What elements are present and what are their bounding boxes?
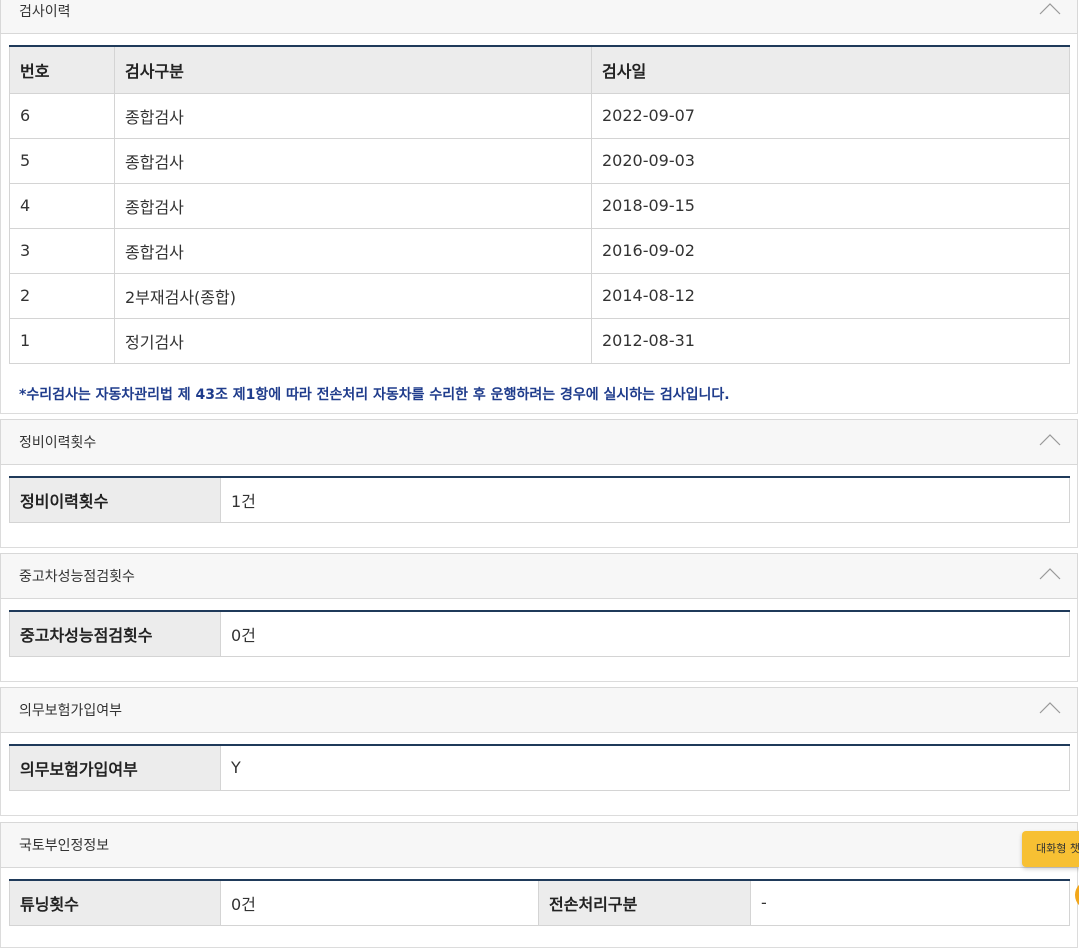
cell-date: 2014-08-12 [591, 272, 1070, 319]
total-loss-label: 전손처리구분 [538, 879, 751, 926]
cell-number: 4 [9, 182, 115, 229]
molit-cert-table: 튜닝횟수 0건 전손처리구분 - [9, 879, 1070, 926]
used-car-check-header[interactable]: 중고차성능점검횟수 [0, 553, 1078, 599]
cell-number: 3 [9, 227, 115, 274]
maintenance-value: 1건 [220, 476, 1070, 523]
cell-number: 2 [9, 272, 115, 319]
cell-number: 6 [9, 92, 115, 139]
maintenance-header[interactable]: 정비이력횟수 [0, 419, 1078, 465]
chevron-up-icon[interactable] [1039, 1, 1061, 15]
cell-number: 5 [9, 137, 115, 184]
cell-date: 2018-09-15 [591, 182, 1070, 229]
table-row: 의무보험가입여부 Y [9, 744, 1070, 791]
cell-type: 종합검사 [114, 137, 592, 184]
chevron-up-icon[interactable] [1039, 432, 1061, 446]
molit-cert-title: 국토부인정정보 [19, 838, 110, 854]
column-header-type: 검사구분 [114, 45, 592, 94]
tuning-label: 튜닝횟수 [9, 879, 221, 926]
maintenance-title: 정비이력횟수 [19, 435, 97, 451]
cell-type: 종합검사 [114, 227, 592, 274]
inspection-history-table: 번호 검사구분 검사일 6 종합검사 2022-09-07 5 종합검사 202… [9, 45, 1070, 364]
chevron-up-icon[interactable] [1039, 566, 1061, 580]
cell-type: 종합검사 [114, 92, 592, 139]
used-car-check-label: 중고차성능점검횟수 [9, 610, 221, 657]
inspection-history-header[interactable]: 검사이력 [0, 0, 1078, 34]
table-row: 정비이력횟수 1건 [9, 476, 1070, 523]
cell-date: 2022-09-07 [591, 92, 1070, 139]
cell-number: 1 [9, 317, 115, 364]
table-row: 중고차성능점검횟수 0건 [9, 610, 1070, 657]
table-row: 5 종합검사 2020-09-03 [9, 137, 1070, 184]
molit-cert-header[interactable]: 국토부인정정보 [0, 822, 1078, 868]
table-row: 6 종합검사 2022-09-07 [9, 92, 1070, 139]
chevron-up-icon[interactable] [1039, 700, 1061, 714]
used-car-check-title: 중고차성능점검횟수 [19, 569, 135, 585]
cell-date: 2012-08-31 [591, 317, 1070, 364]
table-row: 3 종합검사 2016-09-02 [9, 227, 1070, 274]
table-row: 1 정기검사 2012-08-31 [9, 317, 1070, 364]
insurance-header[interactable]: 의무보험가입여부 [0, 687, 1078, 733]
maintenance-table: 정비이력횟수 1건 [9, 476, 1070, 523]
column-header-number: 번호 [9, 45, 115, 94]
used-car-check-table: 중고차성능점검횟수 0건 [9, 610, 1070, 657]
chatbot-button[interactable]: 대화형 챗봇 [1022, 831, 1079, 867]
used-car-check-value: 0건 [220, 610, 1070, 657]
insurance-label: 의무보험가입여부 [9, 744, 221, 791]
table-row: 2 2부재검사(종합) 2014-08-12 [9, 272, 1070, 319]
maintenance-label: 정비이력횟수 [9, 476, 221, 523]
table-header-row: 번호 검사구분 검사일 [9, 45, 1070, 94]
table-row: 4 종합검사 2018-09-15 [9, 182, 1070, 229]
insurance-value: Y [220, 744, 1070, 791]
inspection-history-title: 검사이력 [19, 4, 71, 20]
inspection-note: *수리검사는 자동차관리법 제 43조 제1항에 따라 전손처리 자동차를 수리… [19, 387, 730, 403]
cell-date: 2020-09-03 [591, 137, 1070, 184]
insurance-title: 의무보험가입여부 [19, 703, 123, 719]
cell-type: 종합검사 [114, 182, 592, 229]
cell-type: 2부재검사(종합) [114, 272, 592, 319]
insurance-table: 의무보험가입여부 Y [9, 744, 1070, 791]
cell-date: 2016-09-02 [591, 227, 1070, 274]
tuning-value: 0건 [220, 879, 539, 926]
cell-type: 정기검사 [114, 317, 592, 364]
column-header-date: 검사일 [591, 45, 1070, 94]
total-loss-value: - [750, 879, 1070, 926]
table-row: 튜닝횟수 0건 전손처리구분 - [9, 879, 1070, 926]
